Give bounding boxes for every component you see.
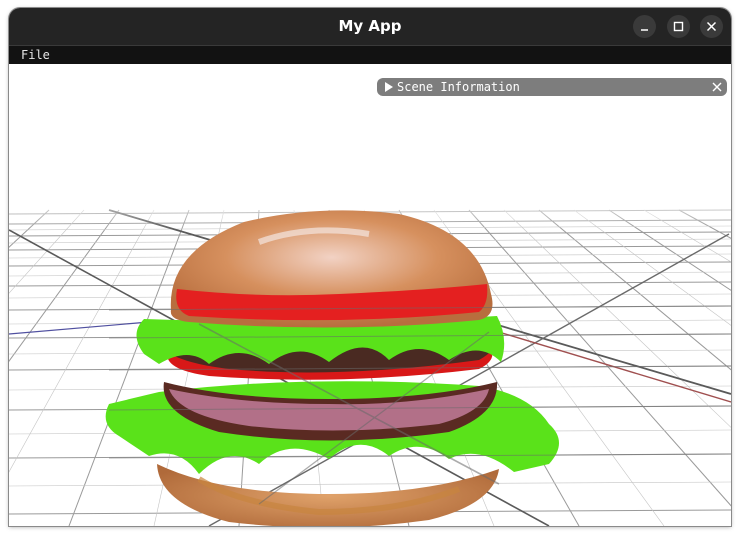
- panel-title: Scene Information: [397, 80, 520, 94]
- menu-file[interactable]: File: [21, 46, 50, 64]
- scene-information-panel[interactable]: Scene Information: [377, 78, 727, 96]
- 3d-viewport[interactable]: Scene Information: [9, 64, 731, 526]
- maximize-icon: [673, 21, 684, 32]
- close-button[interactable]: [700, 15, 723, 38]
- minimize-button[interactable]: [633, 15, 656, 38]
- triangle-right-icon[interactable]: [383, 78, 395, 96]
- scene-render: [9, 64, 731, 526]
- maximize-button[interactable]: [667, 15, 690, 38]
- close-icon[interactable]: [711, 81, 723, 93]
- minimize-icon: [641, 29, 648, 31]
- app-window: My App File Scene Information: [9, 8, 731, 526]
- window-title: My App: [338, 17, 402, 35]
- close-icon: [706, 21, 717, 32]
- x-axis: [478, 325, 731, 403]
- title-bar[interactable]: My App: [9, 8, 731, 45]
- menu-bar: File: [9, 45, 731, 64]
